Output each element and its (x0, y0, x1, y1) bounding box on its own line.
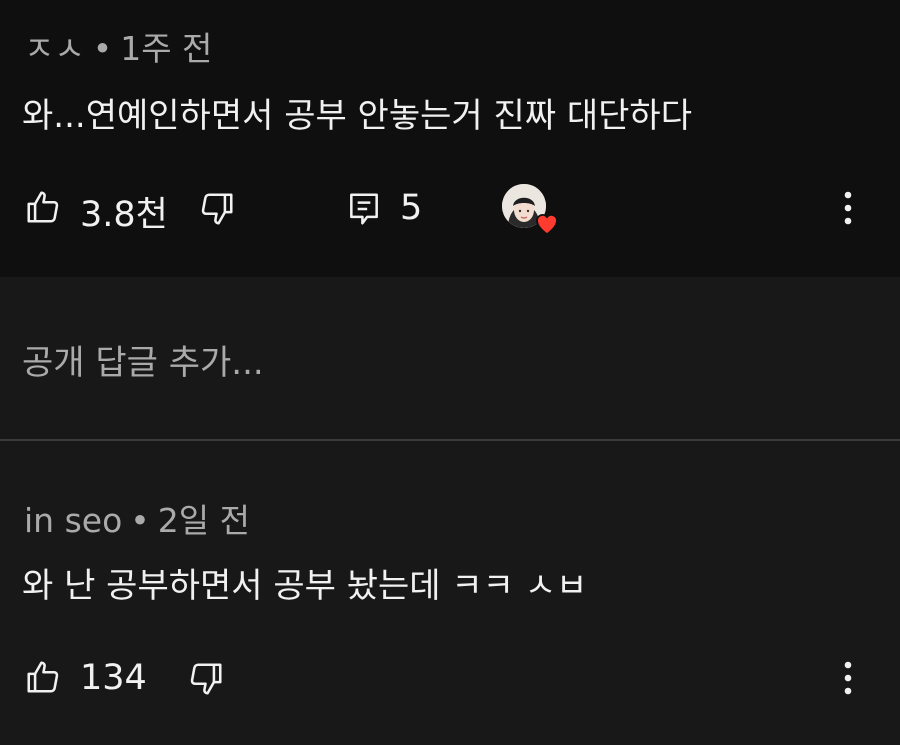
comment-time[interactable]: 2일 전 (158, 501, 250, 540)
dislike-button[interactable] (196, 188, 238, 230)
more-options-button[interactable] (828, 186, 868, 230)
comment-meta: in seo • 2일 전 (24, 494, 250, 542)
comment-meta: ㅈㅅ • 1주 전 (24, 22, 212, 70)
like-button[interactable] (22, 656, 64, 698)
thumbs-down-icon (190, 663, 222, 695)
like-button[interactable] (22, 186, 64, 228)
more-vert-icon (844, 191, 852, 225)
reply-button[interactable] (343, 188, 385, 230)
more-vert-icon (844, 661, 852, 695)
comment-author[interactable]: ㅈㅅ (24, 29, 85, 68)
reply-input-area[interactable]: 공개 답글 추가... (0, 277, 900, 439)
comment-actions: 134 (0, 648, 900, 708)
reply-count[interactable]: 5 (400, 188, 422, 228)
creator-heart-badge (502, 184, 558, 236)
dislike-button[interactable] (185, 658, 227, 700)
more-options-button[interactable] (828, 656, 868, 700)
heart-icon (536, 214, 558, 236)
comment-text: 와 난 공부하면서 공부 놨는데 ㅋㅋ ㅅㅂ (22, 566, 588, 606)
separator-dot: • (92, 29, 113, 68)
like-count: 3.8천 (80, 195, 168, 235)
comment-highlighted: ㅈㅅ • 1주 전 와...연예인하면서 공부 안놓는거 진짜 대단하다 3.8천 … (0, 0, 900, 277)
thumbs-up-icon (27, 661, 59, 693)
separator-dot: • (130, 501, 150, 540)
thumbs-down-icon (201, 193, 233, 225)
comment-actions: 3.8천 5 (0, 178, 900, 238)
comment-author[interactable]: in seo (24, 501, 122, 540)
divider (0, 439, 900, 441)
thumbs-up-icon (27, 191, 59, 223)
like-count: 134 (80, 658, 147, 698)
reply-input[interactable]: 공개 답글 추가... (22, 335, 264, 384)
comment-time[interactable]: 1주 전 (120, 29, 212, 68)
comment-text: 와...연예인하면서 공부 안놓는거 진짜 대단하다 (22, 96, 692, 136)
reply-icon (350, 193, 378, 225)
